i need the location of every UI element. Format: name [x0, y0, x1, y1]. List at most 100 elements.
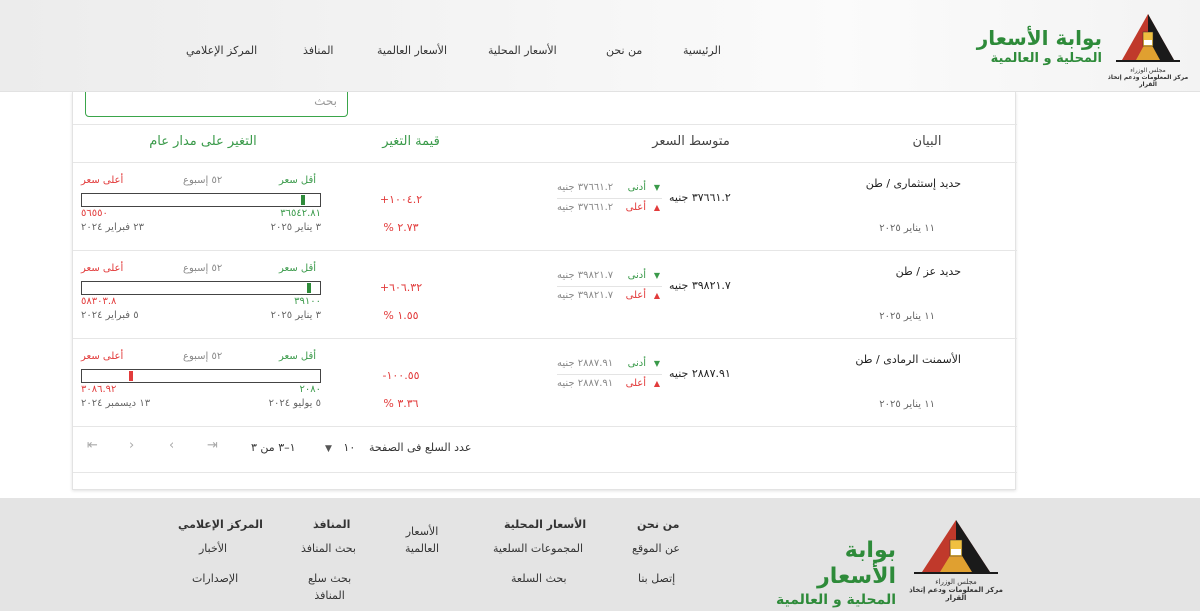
max-label: أعلى	[625, 202, 646, 213]
divider	[73, 472, 1017, 473]
item-name[interactable]: حديد عز / طن	[896, 265, 961, 278]
item-date: ١١ يناير ٢٠٢٥	[879, 311, 935, 322]
item-name[interactable]: حديد إستثمارى / طن	[866, 177, 961, 190]
pyramid-eagle-icon	[914, 520, 998, 574]
footer-logo[interactable]: مجلس الوزراء مركز المعلومات ودعم إتخاذ ا…	[900, 516, 1012, 604]
footer-link-news[interactable]: الأخبار	[199, 542, 227, 555]
min-price-value: ٣٧٦٦١.٢ جنيه	[557, 182, 614, 193]
last-page-icon[interactable]: ⇥	[207, 438, 218, 453]
item-name[interactable]: الأسمنت الرمادى / طن	[855, 353, 961, 366]
col-header-change-value: قيمة التغير	[382, 134, 440, 149]
triangle-up-icon: ▲	[653, 203, 660, 212]
footer-link-search-outlets[interactable]: بحث المنافذ	[301, 542, 356, 555]
footer-link-search-goods-line2: المنافذ	[314, 589, 345, 602]
footer-media-title: المركز الإعلامي	[178, 518, 263, 531]
footer-link-publications[interactable]: الإصدارات	[192, 572, 238, 585]
per-page-select[interactable]: ▼ ١٠	[325, 441, 355, 454]
max-price-value: ٣٩٨٢١.٧ جنيه	[557, 290, 614, 301]
nav-media-center[interactable]: المركز الإعلامي	[186, 44, 257, 57]
change-amount: +٦٠٦.٣٢	[379, 281, 423, 294]
change-amount: +١٠٠٤.٢	[379, 193, 423, 206]
logo-caption-cabinet: مجلس الوزراء	[1130, 67, 1166, 74]
cabinet-logo[interactable]: مجلس الوزراء مركز المعلومات ودعم إتخاذ ا…	[1106, 10, 1190, 88]
highest-price-label: أعلى سعر	[81, 175, 124, 186]
next-page-icon[interactable]: ‹	[169, 438, 174, 453]
triangle-down-icon: ▼	[653, 359, 660, 368]
triangle-down-icon: ▼	[653, 271, 660, 280]
change-percent: % ٣.٣٦	[383, 397, 419, 410]
per-page-value: ١٠	[343, 441, 356, 454]
max-price-row: ٣٧٦٦١.٢ جنيه أعلى ▲	[557, 199, 662, 219]
page-range: ١–٣ من ٣	[251, 441, 296, 454]
max-price-value: ٣٧٦٦١.٢ جنيه	[557, 202, 614, 213]
item-date: ١١ يناير ٢٠٢٥	[879, 399, 935, 410]
change-percent: % ١.٥٥	[383, 309, 419, 322]
max-price-row: ٣٩٨٢١.٧ جنيه أعلى ▲	[557, 287, 662, 307]
previous-page-icon[interactable]: ›	[129, 438, 134, 453]
avg-price: ٣٩٨٢١.٧ جنيه	[669, 279, 731, 292]
footer-global-line1: الأسعار	[405, 525, 439, 538]
lowest-price-date: ٣ يناير ٢٠٢٥	[270, 310, 321, 321]
lowest-price-label: أقل سعر	[279, 263, 317, 274]
nav-outlets[interactable]: المنافذ	[303, 44, 333, 57]
triangle-up-icon: ▲	[653, 291, 660, 300]
col-header-item: البيان	[912, 134, 942, 149]
current-price-marker	[307, 283, 311, 293]
footer-logo-caption-idsc: مركز المعلومات ودعم إتخاذ القرار	[909, 586, 1003, 602]
item-date: ١١ يناير ٢٠٢٥	[879, 223, 935, 234]
nav-global-prices[interactable]: الأسعار العالمية	[377, 44, 447, 57]
pyramid-eagle-icon	[1116, 14, 1180, 62]
min-label: أدنى	[627, 270, 646, 281]
highest-price-date: ١٣ ديسمبر ٢٠٢٤	[81, 398, 151, 409]
first-page-icon[interactable]: ⇤	[87, 438, 98, 453]
week52-label: ٥٢ إسبوع	[183, 175, 223, 186]
footer-link-about-site[interactable]: عن الموقع	[632, 542, 680, 555]
footer-link-search-outlet-goods[interactable]: بحث سلع المنافذ	[308, 572, 351, 602]
lowest-price-value: ٢٠٨٠	[299, 384, 321, 395]
footer-link-global-prices[interactable]: الأسعار العالمية	[405, 525, 439, 555]
footer-link-contact[interactable]: إتصل بنا	[638, 572, 675, 585]
max-label: أعلى	[625, 290, 646, 301]
week52-label: ٥٢ إسبوع	[183, 263, 223, 274]
current-price-marker	[301, 195, 305, 205]
footer-brand[interactable]: بوابة الأسعار المحلية و العالمية	[766, 538, 896, 610]
min-label: أدنى	[627, 182, 646, 193]
footer-outlets-title: المنافذ	[313, 518, 351, 531]
max-price-value: ٢٨٨٧.٩١ جنيه	[557, 378, 614, 389]
table-row: حديد إستثمارى / طن ١١ يناير ٢٠٢٥ ٣٧٦٦١.٢ ج…	[73, 163, 1017, 251]
min-price-row: ٣٩٨٢١.٧ جنيه أدنى ▼	[557, 267, 662, 287]
highest-price-date: ٥ فبراير ٢٠٢٤	[81, 310, 139, 321]
footer-about-title: من نحن	[637, 518, 680, 531]
max-price-row: ٢٨٨٧.٩١ جنيه أعلى ▲	[557, 375, 662, 395]
brand-line2: المحلية و العالمية	[990, 51, 1102, 66]
nav-home[interactable]: الرئيسية	[683, 44, 721, 57]
min-price-value: ٢٨٨٧.٩١ جنيه	[557, 358, 614, 369]
brand-title[interactable]: بوابة الأسعار المحلية و العالمية	[977, 26, 1102, 68]
site-footer: المركز الإعلامي الأخبار الإصدارات المناف…	[0, 498, 1200, 611]
site-header: المركز الإعلامي المنافذ الأسعار العالمية…	[0, 0, 1200, 92]
divider	[73, 124, 1017, 125]
lowest-price-label: أقل سعر	[279, 175, 317, 186]
footer-link-search-commodity[interactable]: بحث السلعة	[511, 572, 567, 585]
footer-link-commodity-groups[interactable]: المجموعات السلعية	[493, 542, 583, 555]
price-range-bar	[81, 193, 321, 207]
min-price-row: ٣٧٦٦١.٢ جنيه أدنى ▼	[557, 179, 662, 199]
footer-local-title: الأسعار المحلية	[504, 518, 587, 531]
highest-price-label: أعلى سعر	[81, 263, 124, 274]
highest-price-date: ٢٣ فبراير ٢٠٢٤	[81, 222, 144, 233]
lowest-price-value: ٣٦٥٤٢.٨١	[280, 208, 321, 219]
per-page-label: عدد السلع فى الصفحة	[369, 441, 472, 454]
lowest-price-date: ٥ يوليو ٢٠٢٤	[268, 398, 321, 409]
chevron-down-icon: ▼	[325, 444, 332, 454]
footer-brand-line2: المحلية و العالمية	[776, 592, 896, 608]
change-amount: -١٠٠.٥٥	[382, 369, 420, 382]
nav-local-prices[interactable]: الأسعار المحلية	[488, 44, 557, 57]
table-row: حديد عز / طن ١١ يناير ٢٠٢٥ ٣٩٨٢١.٧ جنيه ٣٩٨…	[73, 251, 1017, 339]
min-price-value: ٣٩٨٢١.٧ جنيه	[557, 270, 614, 281]
min-label: أدنى	[627, 358, 646, 369]
table-row: الأسمنت الرمادى / طن ١١ يناير ٢٠٢٥ ٢٨٨٧.٩١…	[73, 339, 1017, 427]
nav-about[interactable]: من نحن	[606, 44, 642, 57]
logo-caption-idsc: مركز المعلومات ودعم إتخاذ القرار	[1107, 74, 1189, 88]
highest-price-value: ٥٦٥٥٠	[81, 208, 108, 219]
current-price-marker	[129, 371, 133, 381]
